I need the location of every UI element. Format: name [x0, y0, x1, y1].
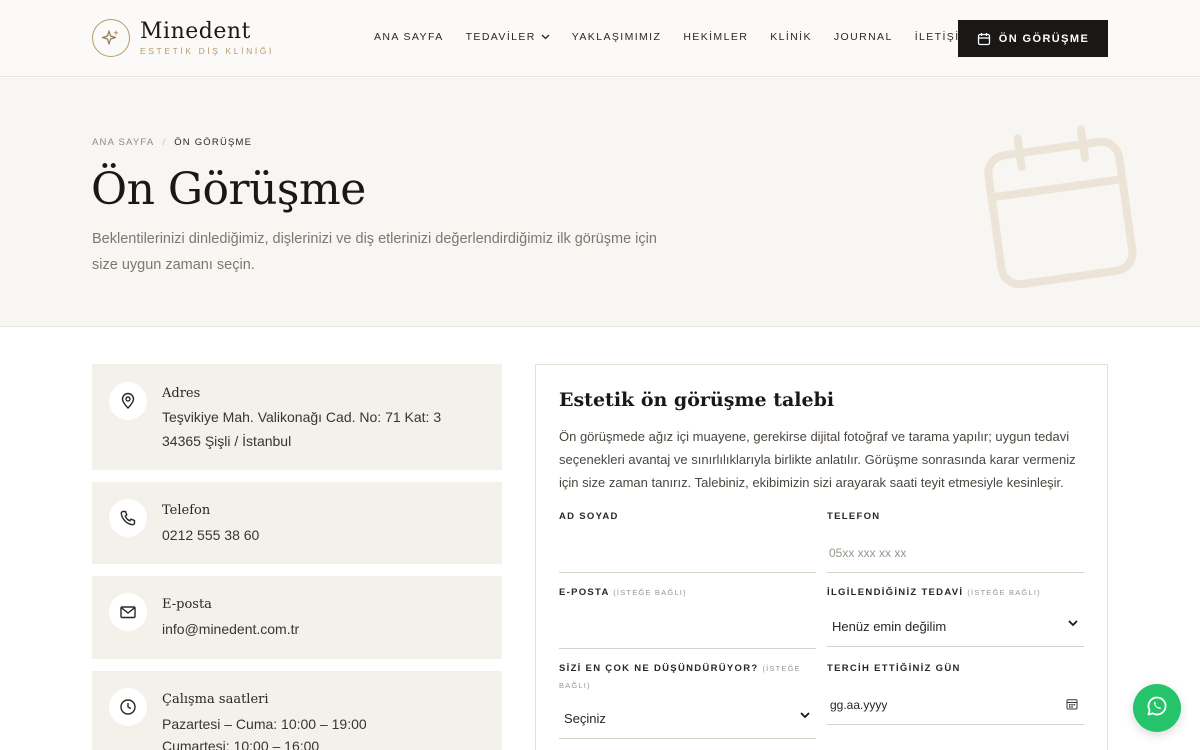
day-date-input[interactable]: gg.aa.yyyy: [827, 685, 1084, 725]
hours-card: Çalışma saatleri Pazartesi – Cuma: 10:00…: [92, 671, 502, 750]
cta-label: ÖN GÖRÜŞME: [998, 32, 1090, 45]
calendar-icon: [977, 32, 991, 46]
address-card: Adres Teşvikiye Mah. Valikonağı Cad. No:…: [92, 364, 502, 470]
email-card: E-posta info@minedent.com.tr: [92, 576, 502, 659]
form-title: Estetik ön görüşme talebi: [559, 389, 835, 411]
card-title: Çalışma saatleri: [162, 692, 269, 707]
mail-icon: [109, 593, 147, 631]
address-line: 34365 Şişli / İstanbul: [162, 433, 292, 449]
chevron-down-icon: [541, 34, 550, 40]
page-description: Beklentilerinizi dinlediğimiz, dişlerini…: [92, 231, 657, 273]
breadcrumb: ANA SAYFA / ÖN GÖRÜŞME: [92, 137, 252, 148]
phone-icon: [109, 499, 147, 537]
form-description: Ön görüşmede ağız içi muayene, gerekirse…: [559, 429, 1076, 490]
name-field[interactable]: [559, 533, 816, 573]
brand-tagline: ESTETİK DİŞ KLİNİĞİ: [140, 46, 274, 56]
nav-item-ana-sayfa[interactable]: ANA SAYFA: [374, 31, 444, 43]
calendar-icon[interactable]: [1066, 698, 1078, 710]
concern-select[interactable]: Seçiniz: [559, 699, 816, 739]
appointment-form: Estetik ön görüşme talebi Ön görüşmede a…: [535, 364, 1108, 750]
breadcrumb-home[interactable]: ANA SAYFA: [92, 137, 154, 148]
chevron-down-icon: [800, 712, 810, 719]
hours-line: Pazartesi – Cuma: 10:00 – 19:00: [162, 716, 367, 732]
map-pin-icon: [109, 382, 147, 420]
logo[interactable]: Minedent ESTETİK DİŞ KLİNİĞİ: [92, 19, 274, 57]
phone-label: TELEFON: [827, 511, 881, 522]
email-field[interactable]: [559, 609, 816, 649]
treatment-value: Henüz emin değilim: [832, 619, 947, 634]
treatment-label: İLGİLENDİĞİNİZ TEDAVİ (İSTEĞE BAĞLI): [827, 587, 1041, 598]
nav-item-tedaviler[interactable]: TEDAVİLER: [466, 31, 550, 43]
page-title: Ön Görüşme: [91, 164, 366, 215]
day-placeholder: gg.aa.yyyy: [830, 697, 888, 712]
page-hero: ANA SAYFA / ÖN GÖRÜŞME Ön Görüşme Beklen…: [0, 78, 1200, 327]
nav-item-journal[interactable]: JOURNAL: [834, 31, 893, 43]
nav-item-label: TEDAVİLER: [465, 31, 536, 43]
chevron-down-icon: [1068, 620, 1078, 627]
phone-card: Telefon 0212 555 38 60: [92, 482, 502, 564]
nav-item-yaklasimimiz[interactable]: YAKLAŞIMIMIZ: [572, 31, 662, 43]
on-gorusme-button[interactable]: ÖN GÖRÜŞME: [958, 20, 1108, 57]
card-title: Telefon: [162, 503, 211, 518]
concern-value: Seçiniz: [564, 711, 606, 726]
main-nav: ANA SAYFA TEDAVİLER YAKLAŞIMIMIZ HEKİMLE…: [374, 31, 992, 43]
nav-item-hekimler[interactable]: HEKİMLER: [683, 31, 748, 43]
address-line: Teşvikiye Mah. Valikonağı Cad. No: 71 Ka…: [162, 409, 442, 425]
day-label: TERCİH ETTİĞİNİZ GÜN: [827, 663, 961, 674]
breadcrumb-separator: /: [162, 137, 167, 148]
brand-name: Minedent: [140, 19, 251, 44]
phone-number[interactable]: 0212 555 38 60: [162, 527, 259, 543]
site-header: Minedent ESTETİK DİŞ KLİNİĞİ ANA SAYFA T…: [0, 0, 1200, 77]
card-title: E-posta: [162, 597, 212, 612]
breadcrumb-current: ÖN GÖRÜŞME: [174, 137, 253, 148]
whatsapp-icon: [1146, 695, 1168, 722]
sparkle-icon: [92, 19, 130, 57]
phone-field[interactable]: 05xx xxx xx xx: [827, 533, 1084, 573]
clock-icon: [109, 688, 147, 726]
concern-label: SİZİ EN ÇOK NE DÜŞÜNDÜRÜYOR? (İSTEĞE BAĞ…: [559, 663, 801, 690]
card-title: Adres: [162, 386, 201, 401]
hours-line: Cumartesi: 10:00 – 16:00: [162, 738, 320, 750]
whatsapp-button[interactable]: [1133, 684, 1181, 732]
name-label: AD SOYAD: [559, 511, 619, 522]
email-label: E-POSTA (İSTEĞE BAĞLI): [559, 587, 687, 598]
calendar-icon: [975, 118, 1145, 293]
email-address[interactable]: info@minedent.com.tr: [162, 621, 299, 637]
nav-item-klinik[interactable]: KLİNİK: [770, 31, 812, 43]
treatment-select[interactable]: Henüz emin değilim: [827, 607, 1084, 647]
